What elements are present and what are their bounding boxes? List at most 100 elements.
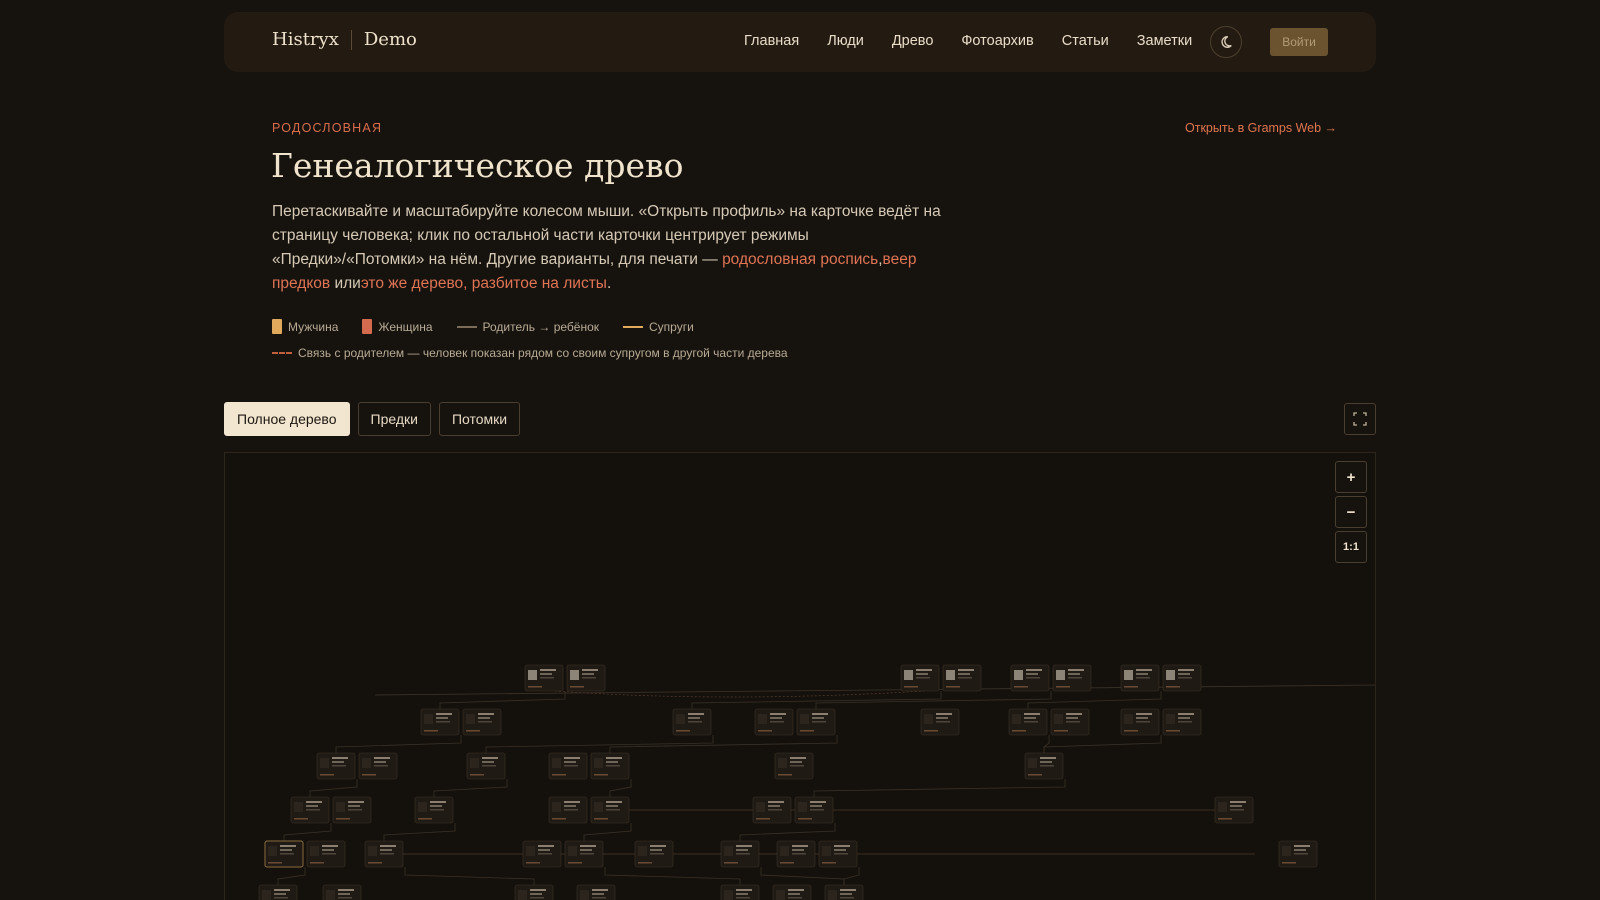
- person-dates: [1136, 677, 1150, 679]
- open-profile-link: [470, 774, 484, 776]
- person-photo: [724, 846, 733, 856]
- person-dates: [540, 677, 554, 679]
- legend-female-label: Женщина: [378, 319, 433, 334]
- person-photo: [1054, 714, 1063, 724]
- open-profile-link: [822, 862, 836, 864]
- tree-connector: [813, 779, 1066, 797]
- person-dates: [1294, 853, 1308, 855]
- person-photo: [1124, 670, 1133, 680]
- person-dates: [792, 853, 806, 855]
- person-name: [436, 713, 452, 715]
- tab-ancestors[interactable]: Предки: [357, 402, 431, 436]
- person-photo: [268, 846, 277, 856]
- person-name: [1136, 717, 1148, 719]
- person-photo: [946, 670, 955, 680]
- legend-female: Женщина: [362, 319, 433, 334]
- person-dates: [530, 897, 544, 899]
- person-photo: [778, 758, 787, 768]
- nav-notes[interactable]: Заметки: [1137, 33, 1192, 49]
- tree-connector: [843, 867, 860, 885]
- person-dates: [736, 897, 750, 899]
- person-dates: [810, 809, 824, 811]
- person-name: [1178, 669, 1194, 671]
- person-dates: [606, 765, 620, 767]
- nav-articles[interactable]: Статьи: [1062, 33, 1109, 49]
- brand-name[interactable]: Histryx: [272, 29, 339, 50]
- open-profile-link: [1012, 730, 1026, 732]
- brand-sub[interactable]: Demo: [364, 29, 417, 50]
- person-photo: [904, 670, 913, 680]
- open-profile-link: [676, 730, 690, 732]
- person-photo: [552, 802, 561, 812]
- person-photo: [780, 846, 789, 856]
- person-name: [478, 713, 494, 715]
- person-dates: [812, 721, 826, 723]
- nav-home[interactable]: Главная: [744, 33, 799, 49]
- zoom-out-button[interactable]: −: [1335, 496, 1367, 528]
- open-profile-link: [336, 818, 350, 820]
- person-photo: [828, 890, 837, 900]
- open-profile-link: [780, 862, 794, 864]
- paged-tree-link[interactable]: это же дерево, разбитое на листы: [361, 275, 607, 292]
- person-name: [478, 717, 490, 719]
- nav-photo-archive[interactable]: Фотоархив: [961, 33, 1033, 49]
- tab-full-tree[interactable]: Полное дерево: [224, 402, 350, 436]
- page-title: Генеалогическое древо: [271, 146, 684, 185]
- tree-connector: [1043, 735, 1050, 753]
- person-photo: [724, 890, 733, 900]
- brand[interactable]: Histryx Demo: [272, 29, 417, 50]
- person-name: [770, 717, 782, 719]
- person-name: [736, 845, 752, 847]
- person-photo: [320, 758, 329, 768]
- person-name: [1068, 673, 1080, 675]
- open-profile-link: [424, 730, 438, 732]
- person-name: [650, 849, 662, 851]
- person-name: [736, 849, 748, 851]
- page-description: Перетаскивайте и масштабируйте колесом м…: [272, 200, 942, 296]
- person-dates: [606, 809, 620, 811]
- person-name: [280, 845, 296, 847]
- family-tree[interactable]: [225, 453, 1376, 900]
- person-dates: [592, 897, 606, 899]
- zoom-reset-button[interactable]: 1:1: [1335, 531, 1367, 563]
- person-dates: [770, 721, 784, 723]
- view-mode-tabs: Полное дерево Предки Потомки: [224, 402, 528, 436]
- login-button[interactable]: Войти: [1270, 28, 1328, 56]
- tree-connector: [283, 823, 332, 841]
- person-photo: [568, 846, 577, 856]
- zoom-in-button[interactable]: +: [1335, 461, 1367, 493]
- person-name: [1026, 673, 1038, 675]
- fullscreen-icon: [1353, 412, 1367, 426]
- person-name: [592, 893, 604, 895]
- person-name: [540, 673, 552, 675]
- legend-parent-child-label: Родитель → ребёнок: [482, 319, 600, 334]
- person-name: [936, 713, 952, 715]
- person-name: [958, 669, 974, 671]
- theme-toggle-button[interactable]: [1210, 26, 1242, 58]
- person-name: [1040, 757, 1056, 759]
- person-photo: [526, 846, 535, 856]
- person-dates: [564, 809, 578, 811]
- person-dates: [834, 853, 848, 855]
- person-dates: [430, 809, 444, 811]
- person-name: [564, 805, 576, 807]
- nav-tree[interactable]: Древо: [892, 33, 934, 49]
- person-photo: [528, 670, 537, 680]
- open-gramps-web-link[interactable]: Открыть в Gramps Web →: [1185, 121, 1337, 135]
- fullscreen-button[interactable]: [1344, 403, 1376, 435]
- tree-canvas[interactable]: + − 1:1: [224, 452, 1376, 900]
- open-profile-link: [418, 818, 432, 820]
- nav-people[interactable]: Люди: [827, 33, 864, 49]
- open-profile-link: [1124, 686, 1138, 688]
- tree-connector: [554, 690, 926, 698]
- person-photo: [1012, 714, 1021, 724]
- tab-descendants[interactable]: Потомки: [438, 402, 521, 436]
- person-name: [834, 845, 850, 847]
- open-profile-link: [1014, 686, 1028, 688]
- person-name: [1026, 669, 1042, 671]
- open-profile-link: [1166, 686, 1180, 688]
- person-dates: [1230, 809, 1244, 811]
- person-name: [688, 717, 700, 719]
- pedigree-listing-link[interactable]: родословная роспись: [722, 251, 878, 268]
- person-name: [606, 757, 622, 759]
